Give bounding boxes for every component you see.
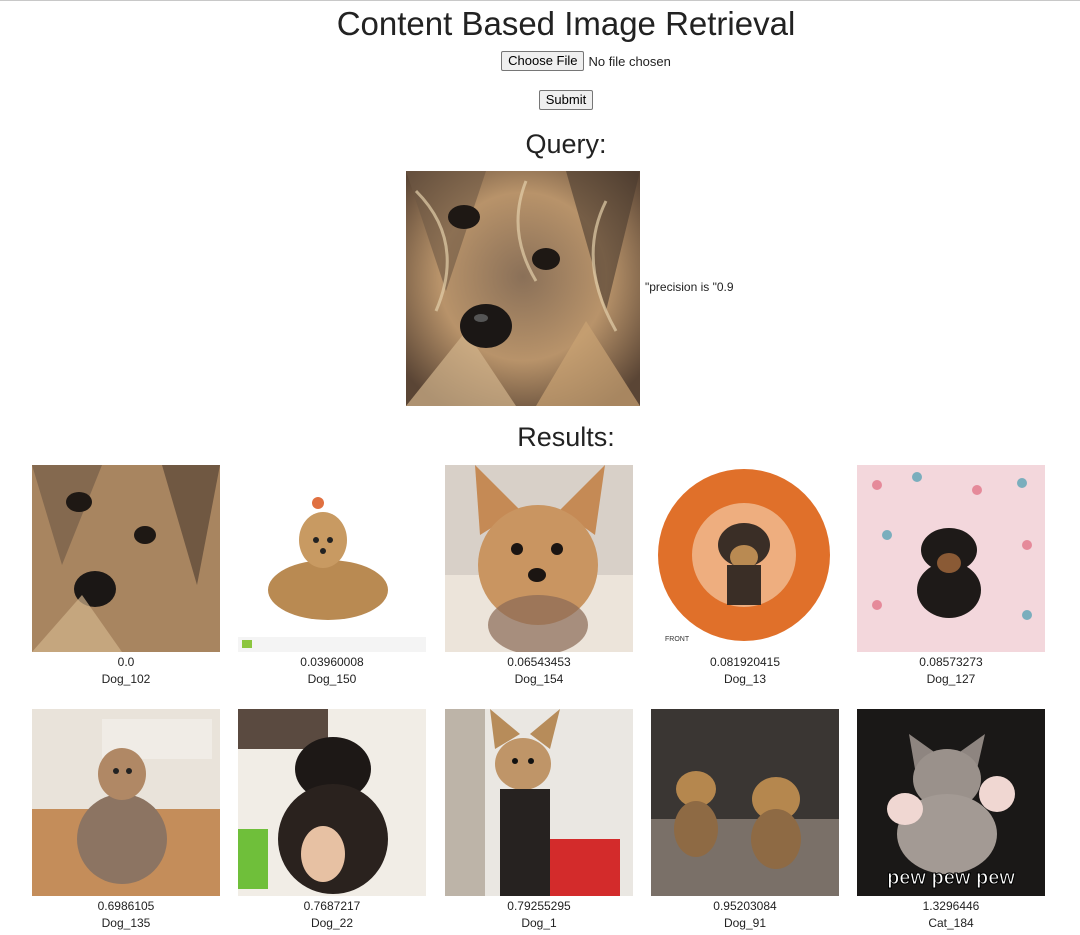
result-image[interactable]: FRONT xyxy=(651,465,839,652)
result-card[interactable]: pew pew pew 1.3296446 Cat_184 xyxy=(857,709,1045,933)
result-card[interactable]: FRONT 0.081920415 Dog_13 xyxy=(651,465,839,689)
result-card[interactable]: 0.0 Dog_102 xyxy=(32,465,220,689)
result-label: Dog_1 xyxy=(521,916,557,930)
result-image[interactable] xyxy=(32,465,220,652)
result-score: 0.081920415 xyxy=(709,655,781,669)
result-score: 1.3296446 xyxy=(922,899,980,913)
result-label: Dog_127 xyxy=(926,672,976,686)
result-label: Cat_184 xyxy=(928,916,974,930)
result-card[interactable]: 0.7687217 Dog_22 xyxy=(238,709,426,933)
result-label: Dog_150 xyxy=(307,672,357,686)
result-label: Dog_91 xyxy=(723,916,767,930)
query-image xyxy=(406,171,640,406)
result-label: Dog_22 xyxy=(310,916,354,930)
result-score: 0.95203084 xyxy=(713,899,777,913)
result-label: Dog_13 xyxy=(723,672,767,686)
result-image[interactable] xyxy=(445,709,633,896)
result-card[interactable]: 0.03960008 Dog_150 xyxy=(238,465,426,689)
result-card[interactable]: 0.08573273 Dog_127 xyxy=(857,465,1045,689)
file-status-text: No file chosen xyxy=(588,53,671,69)
result-score: 0.03960008 xyxy=(300,655,364,669)
result-image[interactable] xyxy=(445,465,633,652)
result-card[interactable]: 0.6986105 Dog_135 xyxy=(32,709,220,933)
result-label: Dog_102 xyxy=(101,672,151,686)
front-stamp-text: FRONT xyxy=(665,636,690,643)
query-heading: Query: xyxy=(525,129,607,159)
result-score: 0.79255295 xyxy=(507,899,571,913)
result-score: 0.6986105 xyxy=(97,899,155,913)
result-score: 0.0 xyxy=(117,655,135,669)
pew-caption-text: pew pew pew xyxy=(887,867,1015,889)
result-image[interactable]: pew pew pew xyxy=(857,709,1045,896)
result-image[interactable] xyxy=(857,465,1045,652)
result-score: 0.06543453 xyxy=(507,655,571,669)
choose-file-button[interactable]: Choose File xyxy=(501,51,585,71)
result-image[interactable] xyxy=(32,709,220,896)
result-card[interactable]: 0.95203084 Dog_91 xyxy=(651,709,839,933)
file-upload-row: Choose File No file chosen xyxy=(0,51,1080,71)
precision-text: "precision is "0.9 xyxy=(645,280,734,294)
result-label: Dog_135 xyxy=(101,916,151,930)
results-heading: Results: xyxy=(517,422,615,452)
result-image[interactable] xyxy=(651,709,839,896)
result-score: 0.08573273 xyxy=(919,655,983,669)
submit-button[interactable]: Submit xyxy=(538,90,594,110)
submit-row: Submit xyxy=(0,90,1080,110)
result-label: Dog_154 xyxy=(514,672,564,686)
result-score: 0.7687217 xyxy=(303,899,361,913)
result-image[interactable] xyxy=(238,709,426,896)
result-image[interactable] xyxy=(238,465,426,652)
result-card[interactable]: 0.79255295 Dog_1 xyxy=(445,709,633,933)
result-card[interactable]: 0.06543453 Dog_154 xyxy=(445,465,633,689)
page-title: Content Based Image Retrieval xyxy=(336,5,796,42)
